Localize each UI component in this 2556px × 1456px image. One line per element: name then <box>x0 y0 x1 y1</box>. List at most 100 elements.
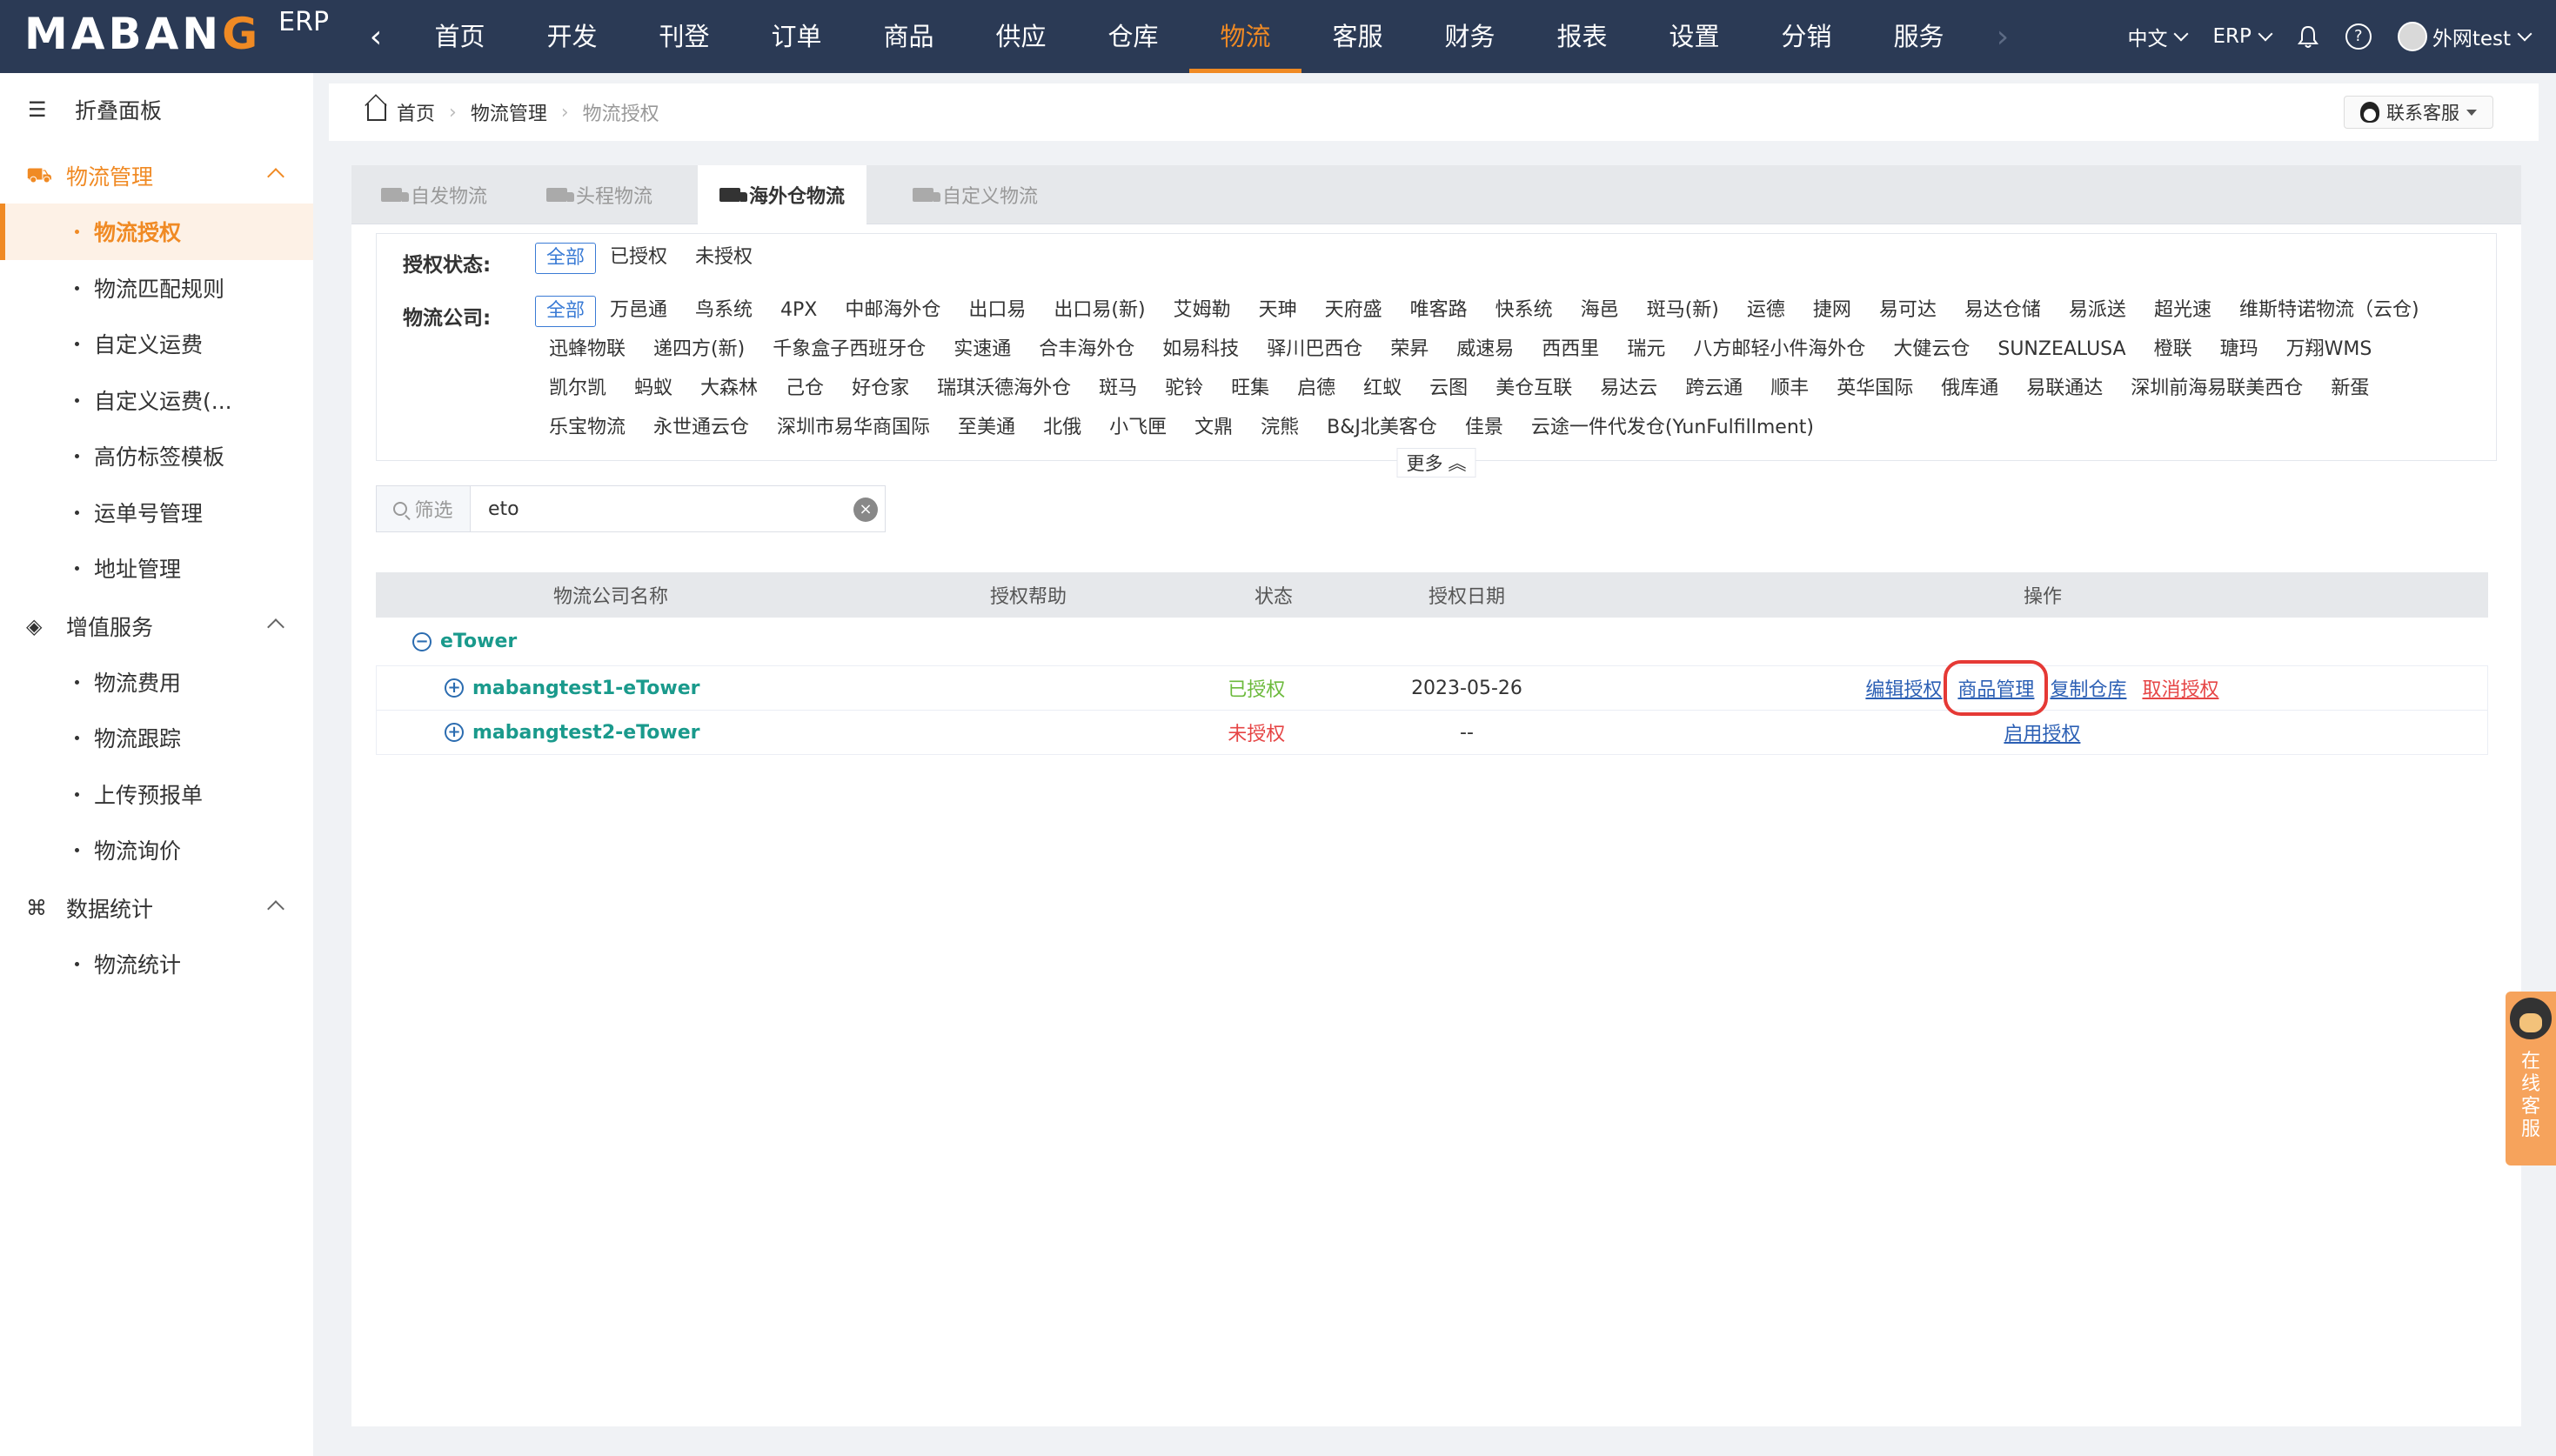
company-option-41[interactable]: 己仓 <box>772 374 838 405</box>
nav-prev-icon[interactable]: ‹ <box>348 19 404 55</box>
company-option-3[interactable]: 4PX <box>766 296 831 327</box>
help-icon[interactable]: ? <box>2345 23 2372 50</box>
nav-settings[interactable]: 设置 <box>1638 0 1750 73</box>
company-option-8[interactable]: 天珅 <box>1245 296 1311 327</box>
sidebar-group-statistics[interactable]: ⌘ 数据统计 <box>0 880 313 936</box>
company-option-17[interactable]: 易达仓储 <box>1950 296 2055 327</box>
plus-circle-icon[interactable]: + <box>445 678 464 698</box>
company-option-61[interactable]: 深圳市易华商国际 <box>763 413 944 444</box>
company-option-45[interactable]: 驼铃 <box>1151 374 1217 405</box>
nav-orders[interactable]: 订单 <box>740 0 853 73</box>
company-option-63[interactable]: 北俄 <box>1029 413 1095 444</box>
company-option-59[interactable]: 乐宝物流 <box>535 413 639 444</box>
nav-home[interactable]: 首页 <box>404 0 516 73</box>
company-option-49[interactable]: 云图 <box>1415 374 1482 405</box>
sidebar-item-logistics-tracking[interactable]: 物流跟踪 <box>0 710 313 766</box>
company-option-25[interactable]: 合丰海外仓 <box>1025 335 1148 366</box>
sidebar-group-value-added[interactable]: ◈ 增值服务 <box>0 598 313 654</box>
company-option-24[interactable]: 实速通 <box>940 335 1025 366</box>
tab-self-shipping[interactable]: 自发物流 <box>351 165 517 224</box>
company-option-58[interactable]: 新蛋 <box>2317 374 2383 405</box>
company-option-33[interactable]: 大健云仓 <box>1879 335 1984 366</box>
company-option-37[interactable]: 万翔WMS <box>2272 335 2386 366</box>
company-option-55[interactable]: 俄库通 <box>1927 374 2012 405</box>
company-option-0[interactable]: 全部 <box>535 296 597 327</box>
bell-icon[interactable] <box>2297 24 2319 49</box>
company-option-67[interactable]: B&J北美客仓 <box>1313 413 1451 444</box>
company-option-5[interactable]: 出口易 <box>954 296 1040 327</box>
company-option-43[interactable]: 瑞琪沃德海外仓 <box>923 374 1085 405</box>
company-option-60[interactable]: 永世通云仓 <box>639 413 763 444</box>
company-option-64[interactable]: 小飞匣 <box>1095 413 1181 444</box>
company-option-36[interactable]: 瑭玛 <box>2206 335 2272 366</box>
tab-first-leg[interactable]: 头程物流 <box>517 165 682 224</box>
status-option-2[interactable]: 未授权 <box>681 243 766 274</box>
company-option-21[interactable]: 迅蜂物联 <box>535 335 639 366</box>
company-option-6[interactable]: 出口易(新) <box>1040 296 1159 327</box>
company-option-48[interactable]: 红蚁 <box>1349 374 1415 405</box>
company-option-9[interactable]: 天府盛 <box>1311 296 1396 327</box>
copy-warehouse-link[interactable]: 复制仓库 <box>2050 674 2126 702</box>
company-option-30[interactable]: 西西里 <box>1528 335 1613 366</box>
company-option-32[interactable]: 八方邮轻小件海外仓 <box>1679 335 1879 366</box>
company-option-69[interactable]: 云途一件代发仓(YunFulfillment) <box>1517 413 1828 444</box>
nav-develop[interactable]: 开发 <box>516 0 628 73</box>
nav-finance[interactable]: 财务 <box>1414 0 1526 73</box>
cancel-auth-link[interactable]: 取消授权 <box>2142 674 2218 702</box>
user-menu[interactable]: 外网test <box>2397 22 2533 51</box>
sidebar-item-upload-forecast[interactable]: 上传预报单 <box>0 766 313 823</box>
nav-customer-service[interactable]: 客服 <box>1301 0 1414 73</box>
company-option-56[interactable]: 易联通达 <box>2012 374 2117 405</box>
nav-reports[interactable]: 报表 <box>1526 0 1638 73</box>
company-option-66[interactable]: 浣熊 <box>1247 413 1313 444</box>
company-option-54[interactable]: 英华国际 <box>1823 374 1927 405</box>
tab-custom-logistics[interactable]: 自定义物流 <box>893 165 1058 224</box>
company-option-34[interactable]: SUNZEALUSA <box>1984 335 2139 366</box>
nav-services[interactable]: 服务 <box>1863 0 1975 73</box>
company-option-20[interactable]: 维斯特诺物流（云仓) <box>2225 296 2433 327</box>
company-option-51[interactable]: 易达云 <box>1586 374 1671 405</box>
edit-auth-link[interactable]: 编辑授权 <box>1865 674 1942 702</box>
sidebar-item-matching-rules[interactable]: 物流匹配规则 <box>0 260 313 317</box>
company-option-23[interactable]: 千象盒子西班牙仓 <box>759 335 940 366</box>
company-option-62[interactable]: 至美通 <box>944 413 1029 444</box>
company-option-44[interactable]: 斑马 <box>1085 374 1151 405</box>
company-option-14[interactable]: 运德 <box>1733 296 1799 327</box>
company-option-10[interactable]: 唯客路 <box>1396 296 1482 327</box>
table-group-row[interactable]: − eTower <box>376 618 2488 666</box>
company-option-40[interactable]: 大森林 <box>686 374 772 405</box>
company-option-26[interactable]: 如易科技 <box>1148 335 1253 366</box>
nav-listing[interactable]: 刊登 <box>628 0 740 73</box>
product-management-link[interactable]: 商品管理 <box>1944 660 2049 716</box>
company-option-52[interactable]: 跨云通 <box>1671 374 1756 405</box>
company-option-28[interactable]: 荣昇 <box>1376 335 1442 366</box>
status-option-0[interactable]: 全部 <box>535 243 597 274</box>
company-option-47[interactable]: 启德 <box>1283 374 1349 405</box>
company-option-18[interactable]: 易派送 <box>2055 296 2140 327</box>
company-option-38[interactable]: 凯尔凯 <box>535 374 620 405</box>
nav-products[interactable]: 商品 <box>853 0 965 73</box>
company-option-27[interactable]: 驿川巴西仓 <box>1253 335 1376 366</box>
company-option-42[interactable]: 好仓家 <box>838 374 923 405</box>
sidebar-item-address[interactable]: 地址管理 <box>0 540 313 597</box>
sidebar-item-logistics-stats[interactable]: 物流统计 <box>0 936 313 992</box>
company-option-15[interactable]: 捷网 <box>1799 296 1865 327</box>
sidebar-item-label-template[interactable]: 高仿标签模板 <box>0 428 313 484</box>
online-service-widget[interactable]: 在线客服 <box>2506 992 2556 1165</box>
collapse-panel-button[interactable]: ☰ 折叠面板 <box>0 73 313 146</box>
company-option-53[interactable]: 顺丰 <box>1756 374 1823 405</box>
company-option-2[interactable]: 鸟系统 <box>681 296 766 327</box>
company-option-13[interactable]: 斑马(新) <box>1633 296 1733 327</box>
nav-logistics[interactable]: 物流 <box>1189 0 1301 73</box>
erp-switch[interactable]: ERP <box>2212 25 2273 48</box>
enable-auth-link[interactable]: 启用授权 <box>2004 718 2080 746</box>
search-input[interactable] <box>471 486 853 531</box>
nav-distribution[interactable]: 分销 <box>1750 0 1863 73</box>
nav-warehouse[interactable]: 仓库 <box>1077 0 1189 73</box>
company-option-4[interactable]: 中邮海外仓 <box>831 296 954 327</box>
nav-supply-chain[interactable]: 供应链 <box>965 0 1077 124</box>
sidebar-group-logistics-management[interactable]: ⛟ 物流管理 <box>0 148 313 204</box>
nav-next-icon[interactable]: › <box>1975 19 2031 55</box>
sidebar-item-tracking-number[interactable]: 运单号管理 <box>0 484 313 541</box>
contact-support-button[interactable]: 联系客服 <box>2344 96 2493 129</box>
